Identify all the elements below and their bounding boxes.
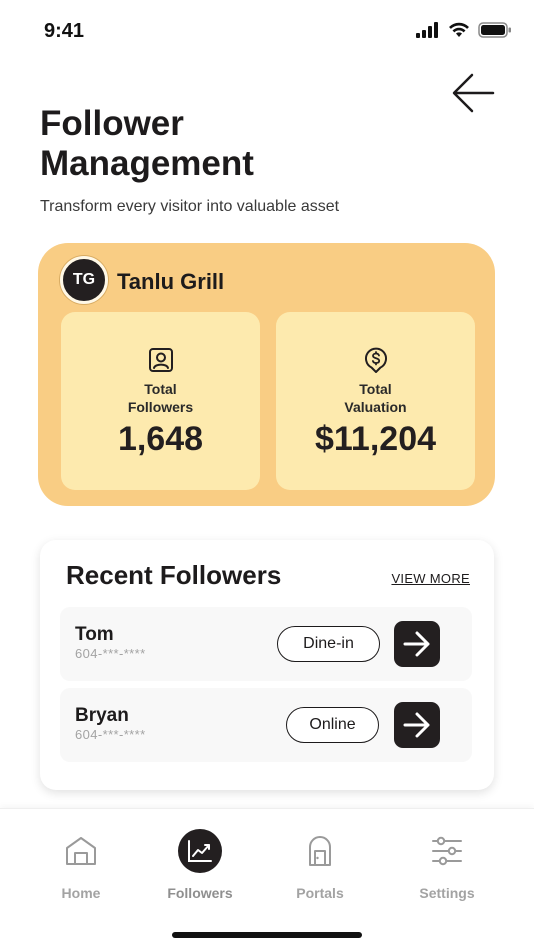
home-icon — [66, 837, 96, 865]
nav-label: Portals — [296, 885, 344, 901]
nav-icon-wrap — [59, 829, 103, 873]
sliders-icon — [432, 836, 462, 866]
follower-phone: 604-***-**** — [75, 646, 146, 661]
nav-label: Settings — [419, 885, 475, 901]
home-indicator — [172, 932, 362, 938]
user-square-icon — [148, 348, 173, 372]
arrow-right-icon — [403, 712, 430, 738]
follower-type-badge: Online — [286, 707, 379, 743]
follower-phone: 604-***-**** — [75, 727, 146, 742]
business-name: Tanlu Grill — [117, 269, 225, 294]
nav-label: Home — [61, 885, 101, 901]
page-subtitle: Transform every visitor into valuable as… — [40, 198, 340, 215]
stat-total-valuation: Total Valuation $11,204 — [276, 312, 475, 490]
page-title: Follower Management — [40, 104, 254, 183]
nav-label: Followers — [167, 885, 233, 901]
recent-followers-card: Recent Followers VIEW MORE Tom 604-***-*… — [40, 540, 494, 790]
stat-label: Total Valuation — [344, 381, 407, 415]
door-icon — [309, 836, 331, 866]
nav-item-portals[interactable]: Portals — [270, 827, 370, 907]
chart-line-icon — [188, 840, 212, 862]
nav-item-followers[interactable]: Followers — [150, 827, 250, 907]
signal-icon — [416, 22, 438, 38]
business-avatar: TG — [60, 256, 108, 304]
nav-item-settings[interactable]: Settings — [397, 827, 497, 907]
stat-label: Total Followers — [127, 381, 194, 415]
follower-type-badge: Dine-in — [277, 626, 380, 662]
dollar-pin-icon — [364, 347, 387, 373]
view-more-link[interactable]: VIEW MORE — [391, 571, 470, 586]
stat-total-followers: Total Followers 1,648 — [61, 312, 260, 490]
nav-icon-wrap — [298, 829, 342, 873]
battery-icon — [478, 22, 511, 38]
arrow-right-icon — [403, 631, 430, 657]
business-card: TG Tanlu Grill Total Followers 1,648 Tot… — [38, 243, 495, 506]
back-button[interactable] — [448, 70, 498, 116]
open-follower-button[interactable] — [394, 702, 440, 748]
open-follower-button[interactable] — [394, 621, 440, 667]
nav-icon-wrap — [178, 829, 222, 873]
stat-value: 1,648 — [117, 420, 204, 458]
list-item: Tom 604-***-**** Dine-in — [60, 607, 472, 681]
stat-value: $11,204 — [314, 420, 437, 458]
bottom-nav: Home Followers Portals Settings — [0, 808, 534, 950]
arrow-left-icon — [452, 73, 495, 113]
follower-name: Tom — [75, 624, 114, 645]
nav-active-indicator — [178, 829, 222, 873]
status-icons — [416, 22, 512, 38]
list-item: Bryan 604-***-**** Online — [60, 688, 472, 762]
nav-item-home[interactable]: Home — [31, 827, 131, 907]
recent-followers-title: Recent Followers — [66, 560, 282, 590]
wifi-icon — [449, 22, 469, 37]
follower-name: Bryan — [75, 705, 129, 726]
status-time: 9:41 — [44, 20, 85, 42]
nav-icon-wrap — [425, 829, 469, 873]
